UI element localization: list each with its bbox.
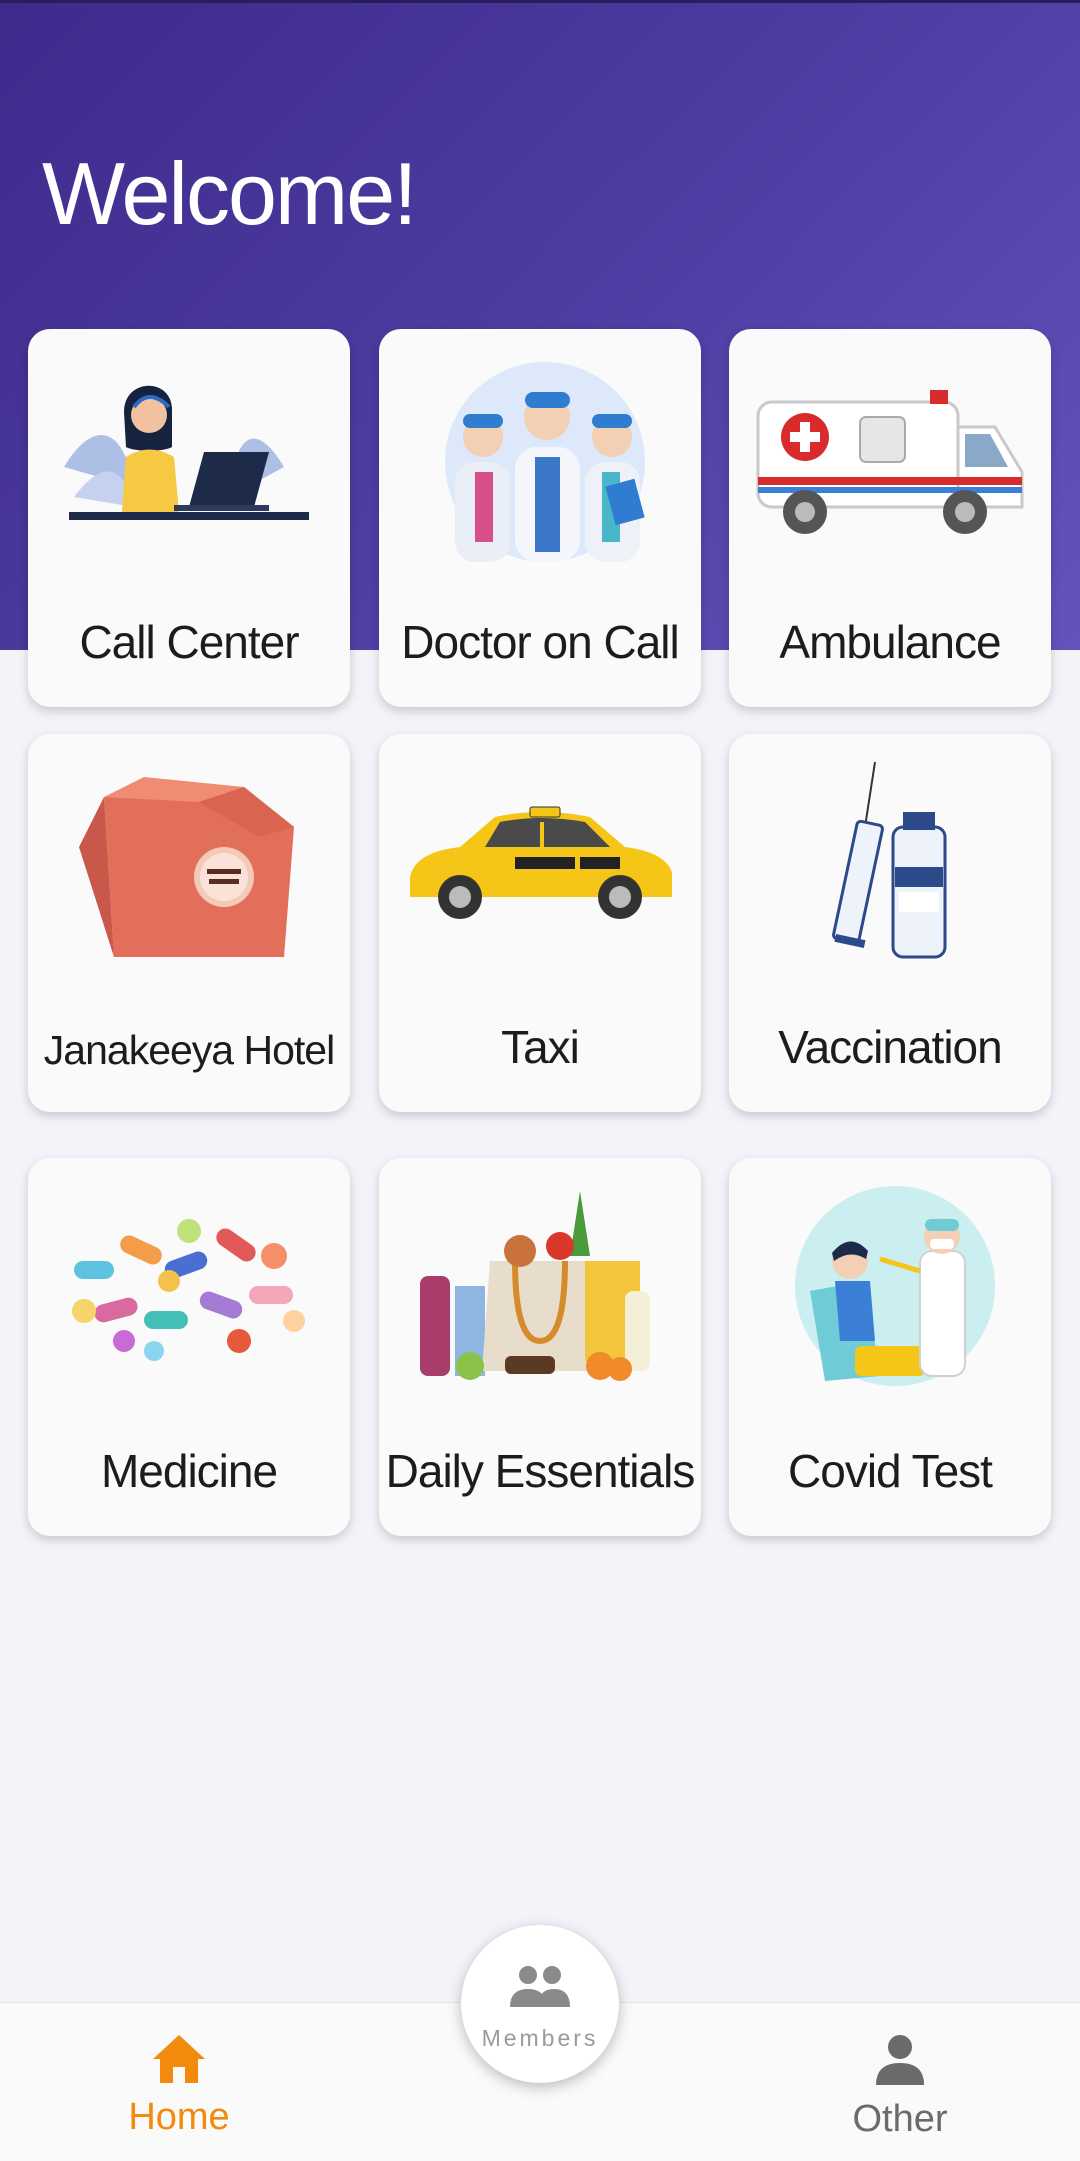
- taxi-icon: [379, 752, 701, 972]
- ambulance-icon: [729, 347, 1051, 567]
- service-label: Taxi: [501, 1021, 580, 1073]
- call-center-agent-icon: [28, 347, 350, 567]
- nav-other[interactable]: Other: [790, 2033, 1010, 2153]
- service-label: Doctor on Call: [401, 616, 679, 668]
- home-icon: [153, 2035, 205, 2083]
- service-label: Vaccination: [778, 1021, 1002, 1073]
- service-label: Medicine: [100, 1445, 278, 1497]
- covid-test-icon: [729, 1176, 1051, 1396]
- members-button[interactable]: Members: [461, 1925, 619, 2083]
- group-icon: [510, 1966, 570, 2007]
- service-card-ambulance[interactable]: Ambulance: [729, 329, 1051, 707]
- service-card-vaccination[interactable]: Vaccination: [729, 734, 1051, 1112]
- vaccine-icon: [729, 752, 1051, 972]
- service-card-doctor-on-call[interactable]: Doctor on Call: [379, 329, 701, 707]
- service-card-daily-essentials[interactable]: Daily Essentials: [379, 1158, 701, 1536]
- members-label: Members: [481, 2025, 599, 2051]
- service-card-janakeeya-hotel[interactable]: Janakeeya Hotel: [28, 734, 350, 1112]
- service-label: Daily Essentials: [385, 1445, 696, 1497]
- service-label: Janakeeya Hotel: [43, 1027, 335, 1073]
- nav-home-label: Home: [128, 2096, 230, 2138]
- groceries-icon: [379, 1176, 701, 1396]
- service-card-covid-test[interactable]: Covid Test: [729, 1158, 1051, 1536]
- food-bag-icon: [28, 752, 350, 972]
- service-label: Covid Test: [788, 1445, 993, 1497]
- doctors-icon: [379, 347, 701, 567]
- nav-other-label: Other: [852, 2098, 948, 2140]
- nav-home[interactable]: Home: [69, 2033, 289, 2153]
- service-card-call-center[interactable]: Call Center: [28, 329, 350, 707]
- service-label: Ambulance: [779, 616, 1001, 668]
- service-card-taxi[interactable]: Taxi: [379, 734, 701, 1112]
- pills-icon: [28, 1176, 350, 1396]
- person-icon: [876, 2035, 924, 2085]
- page-title: Welcome!: [42, 144, 418, 243]
- service-card-medicine[interactable]: Medicine: [28, 1158, 350, 1536]
- service-label: Call Center: [79, 616, 299, 668]
